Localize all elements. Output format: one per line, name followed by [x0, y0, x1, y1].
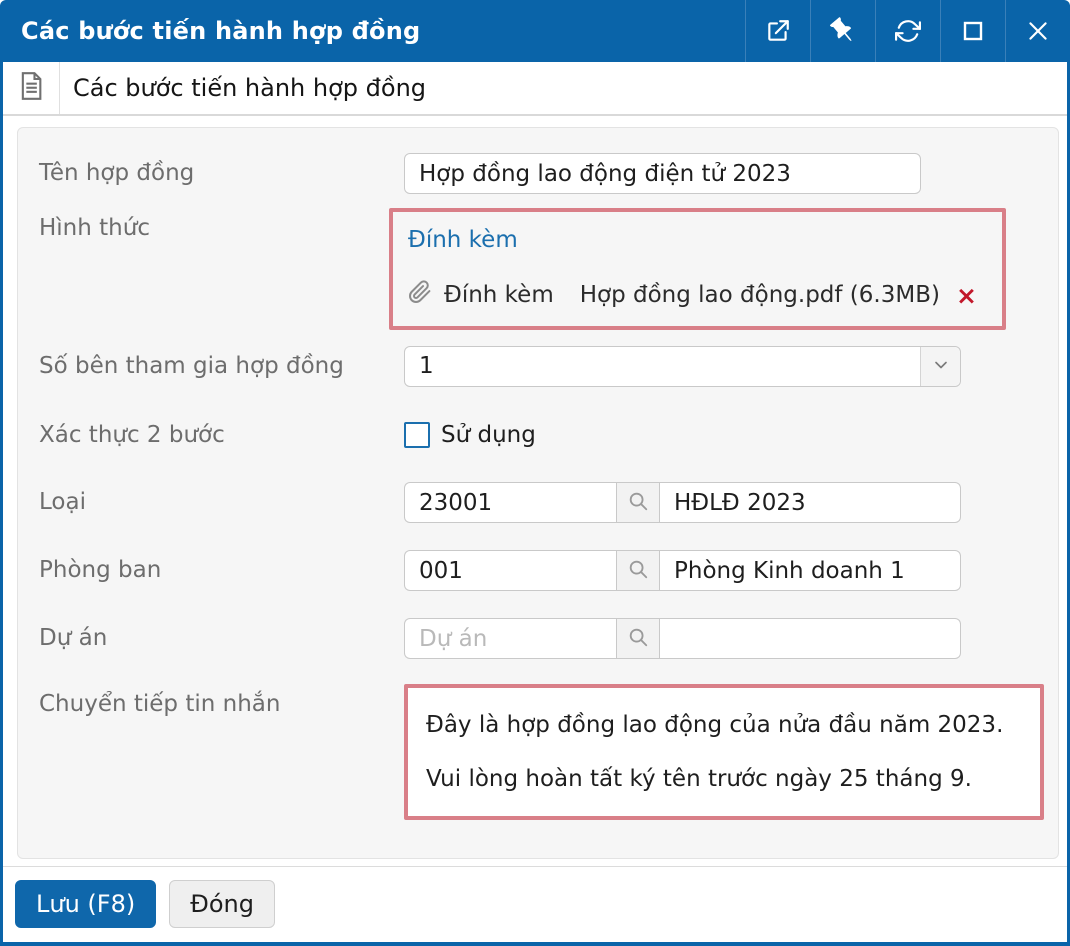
- department-lookup: [404, 550, 961, 591]
- field-row-two-step: Xác thực 2 bước Sử dụng: [39, 421, 1058, 449]
- parties-selected-value: 1: [419, 353, 434, 379]
- titlebar: Các bước tiến hành hợp đồng: [0, 0, 1070, 62]
- field-row-department: Phòng ban: [39, 550, 1058, 591]
- two-step-checkbox[interactable]: [404, 422, 430, 448]
- refresh-icon: [895, 18, 921, 44]
- field-row-project: Dự án: [39, 618, 1058, 659]
- type-search-button[interactable]: [616, 482, 660, 523]
- two-step-option-label: Sử dụng: [441, 422, 536, 448]
- type-lookup: [404, 482, 961, 523]
- titlebar-buttons: [745, 0, 1070, 62]
- department-search-button[interactable]: [616, 550, 660, 591]
- parties-label: Số bên tham gia hợp đồng: [39, 353, 344, 379]
- close-window-button[interactable]: [1005, 0, 1070, 62]
- forward-message-line: Đây là hợp đồng lao động của nửa đầu năm…: [426, 712, 1004, 738]
- refresh-window-button[interactable]: [875, 0, 940, 62]
- project-name-input[interactable]: [660, 618, 961, 659]
- remove-attachment-button[interactable]: ×: [956, 283, 977, 308]
- forward-message-label: Chuyển tiếp tin nhắn: [39, 691, 281, 717]
- attachment-item: Đính kèm Hợp đồng lao động.pdf (6.3MB) ×: [408, 280, 987, 310]
- dialog-window: Các bước tiến hành hợp đồng Các bước tiế…: [0, 0, 1070, 946]
- project-search-button[interactable]: [616, 618, 660, 659]
- footer-bar: Lưu (F8) Đóng: [3, 866, 1067, 942]
- external-link-icon: [765, 18, 791, 44]
- pin-icon: [829, 17, 856, 44]
- search-icon: [627, 626, 649, 651]
- maximize-window-button[interactable]: [940, 0, 1005, 62]
- field-row-contract-name: Tên hợp đồng: [39, 153, 1058, 194]
- two-step-label: Xác thực 2 bước: [39, 422, 225, 448]
- chevron-down-icon: [931, 355, 951, 379]
- department-code-input[interactable]: [404, 550, 616, 591]
- forward-message-textarea[interactable]: Đây là hợp đồng lao động của nửa đầu năm…: [404, 684, 1044, 820]
- contract-name-label: Tên hợp đồng: [39, 160, 195, 186]
- open-in-new-window-button[interactable]: [745, 0, 810, 62]
- form-type-label: Hình thức: [39, 215, 150, 241]
- contract-name-input[interactable]: [404, 153, 921, 194]
- save-button[interactable]: Lưu (F8): [15, 880, 157, 928]
- forward-message-line: Vui lòng hoàn tất ký tên trước ngày 25 t…: [426, 766, 972, 792]
- tab-bar: Các bước tiến hành hợp đồng: [3, 62, 1067, 116]
- paperclip-icon: [408, 280, 432, 310]
- attached-file-name[interactable]: Hợp đồng lao động.pdf (6.3MB): [580, 282, 940, 308]
- type-label: Loại: [39, 489, 86, 515]
- field-row-parties: Số bên tham gia hợp đồng 1: [39, 346, 1058, 387]
- field-row-attachment: Hình thức Đính kèm Đính kèm Hợp đồng lao…: [39, 208, 1058, 330]
- parties-select[interactable]: 1: [404, 346, 961, 387]
- type-code-input[interactable]: [404, 482, 616, 523]
- page-title: Các bước tiến hành hợp đồng: [73, 74, 427, 102]
- document-icon-cell[interactable]: [3, 62, 60, 114]
- project-lookup: [404, 618, 961, 659]
- select-arrow-cell[interactable]: [920, 347, 960, 386]
- search-icon: [627, 490, 649, 515]
- project-label: Dự án: [39, 625, 108, 651]
- close-button[interactable]: Đóng: [169, 880, 275, 928]
- attachment-highlight-box: Đính kèm Đính kèm Hợp đồng lao động.pdf …: [389, 208, 1006, 330]
- close-icon: [1025, 18, 1051, 44]
- maximize-icon: [961, 19, 985, 43]
- department-name-input[interactable]: [660, 550, 961, 591]
- document-icon: [19, 72, 43, 104]
- field-row-type: Loại: [39, 482, 1058, 523]
- project-code-input[interactable]: [404, 618, 616, 659]
- window-title: Các bước tiến hành hợp đồng: [21, 17, 421, 45]
- field-row-forward-message: Chuyển tiếp tin nhắn Đây là hợp đồng lao…: [39, 684, 1058, 820]
- pin-window-button[interactable]: [810, 0, 875, 62]
- attach-button-label[interactable]: Đính kèm: [444, 282, 554, 308]
- department-label: Phòng ban: [39, 557, 162, 583]
- form-panel: Tên hợp đồng Hình thức Đính kèm Đính kèm…: [17, 127, 1059, 859]
- search-icon: [627, 558, 649, 583]
- type-name-input[interactable]: [660, 482, 961, 523]
- attach-link[interactable]: Đính kèm: [408, 222, 518, 258]
